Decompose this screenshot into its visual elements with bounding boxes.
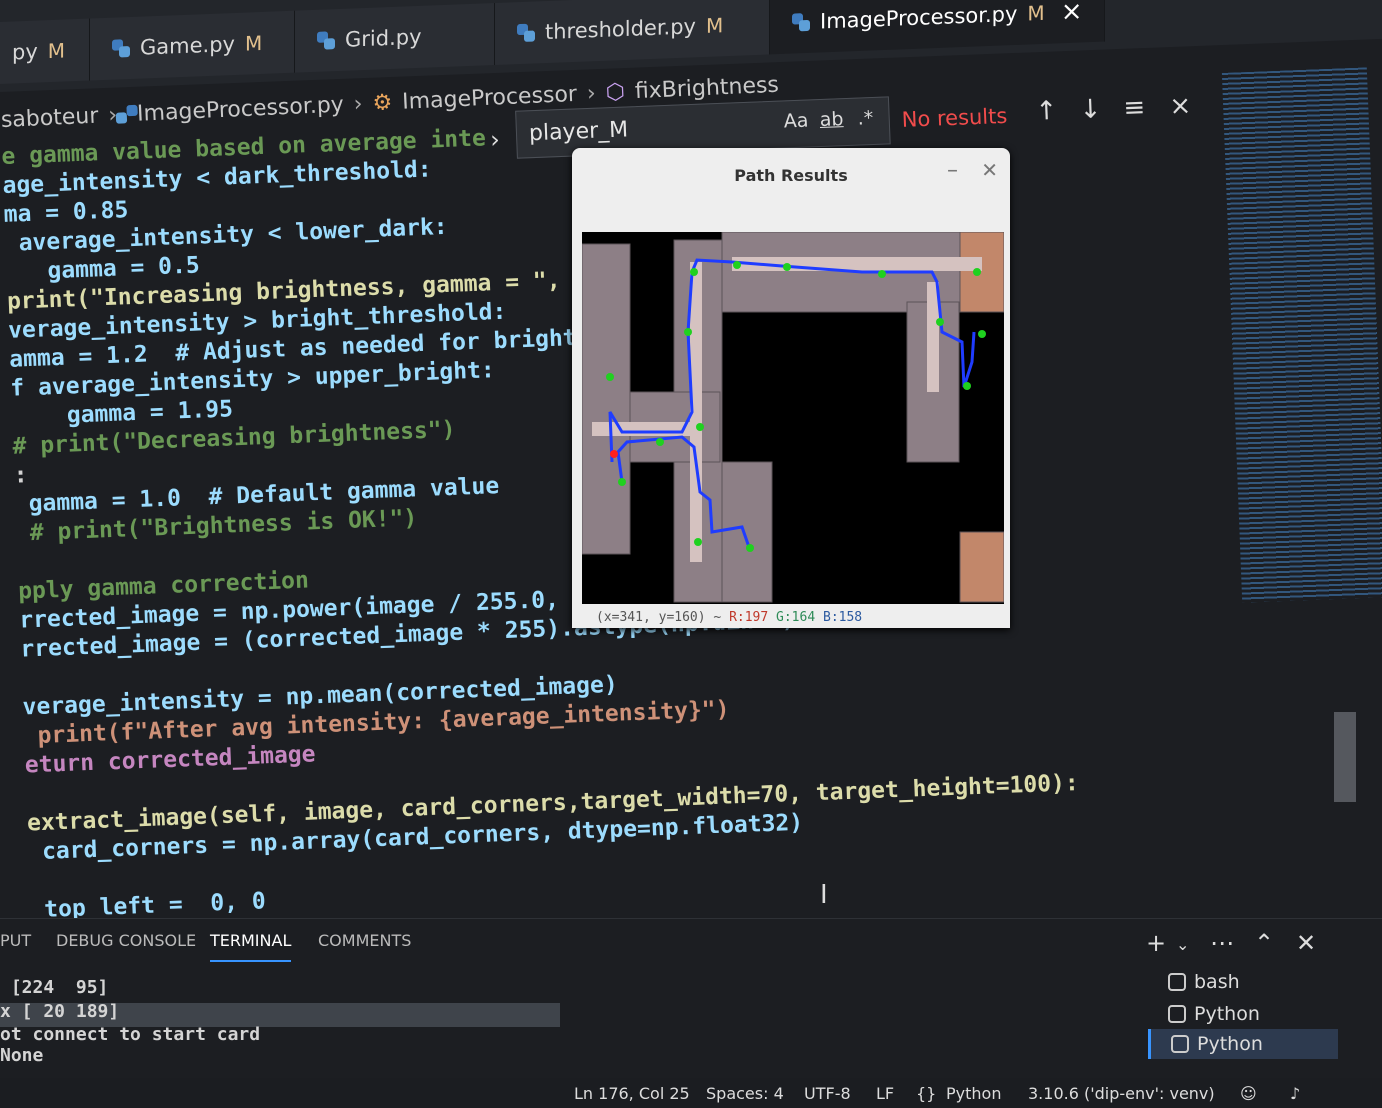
path-node: [684, 328, 692, 336]
python-file-icon: [112, 39, 130, 58]
find-in-selection-icon[interactable]: ≡: [1123, 93, 1146, 124]
path-node: [696, 423, 704, 431]
path-node: [694, 538, 702, 546]
card-tile: [582, 243, 631, 555]
notifications-icon[interactable]: ♪: [1290, 1084, 1300, 1103]
feedback-icon[interactable]: ☺: [1240, 1084, 1257, 1103]
tab-debug-console[interactable]: DEBUG CONSOLE: [56, 931, 196, 950]
bottom-panel: PUT DEBUG CONSOLE TERMINAL COMMENTS + ⌄ …: [0, 918, 1382, 1079]
tab-imageprocessor-py[interactable]: ImageProcessor.py M ×: [770, 0, 1105, 55]
terminal-icon: [1168, 1005, 1186, 1023]
terminal-instance-python-active[interactable]: Python: [1148, 1029, 1338, 1059]
terminal-line: [224 95]: [0, 977, 109, 998]
tab-grid-py[interactable]: Grid.py: [295, 2, 495, 73]
cursor-position[interactable]: Ln 176, Col 25: [574, 1084, 690, 1103]
path-node: [618, 478, 626, 486]
braces-icon: {}: [916, 1084, 937, 1103]
path-node: [978, 330, 986, 338]
start-node: [610, 450, 618, 458]
python-interpreter[interactable]: 3.10.6 ('dip-env': venv): [1028, 1084, 1215, 1103]
terminal-icon: [1168, 973, 1186, 991]
path-node: [973, 268, 981, 276]
card-tile: [721, 461, 773, 603]
python-file-icon: [517, 23, 535, 42]
tab-py[interactable]: py M: [0, 18, 90, 85]
terminal-name: bash: [1194, 971, 1240, 993]
terminal-icon: [1171, 1035, 1189, 1053]
path-node: [878, 270, 886, 278]
chevron-down-icon[interactable]: ⌄: [1176, 935, 1189, 954]
more-actions-icon[interactable]: ⋯: [1210, 929, 1234, 957]
window-title: Path Results: [734, 166, 848, 185]
text-cursor-icon: I: [820, 880, 828, 910]
minimize-icon[interactable]: –: [947, 158, 958, 183]
goal-card: [959, 232, 1004, 313]
python-file-icon: [792, 13, 810, 32]
path-node: [656, 438, 664, 446]
language-mode[interactable]: Python: [946, 1084, 1001, 1103]
encoding[interactable]: UTF-8: [804, 1084, 851, 1103]
terminal-name: Python: [1194, 1003, 1260, 1025]
close-find-icon[interactable]: ×: [1169, 91, 1192, 122]
path-node: [783, 263, 791, 271]
python-file-icon: [317, 31, 335, 50]
pixel-blue: B:158: [823, 610, 863, 625]
pixel-coordinates: (x=341, y=160) ~: [596, 610, 722, 625]
goal-card: [959, 531, 1004, 603]
tab-label: py: [12, 39, 38, 65]
tab-terminal[interactable]: TERMINAL: [210, 931, 292, 962]
code-line: :: [13, 462, 29, 489]
pixel-red: R:197: [729, 610, 769, 625]
toggle-replace-icon[interactable]: ›: [490, 125, 501, 153]
terminal-instance-python[interactable]: Python: [1148, 999, 1338, 1029]
close-panel-icon[interactable]: ✕: [1296, 929, 1316, 957]
line-endings[interactable]: LF: [876, 1084, 894, 1103]
modified-badge: M: [244, 30, 263, 56]
modified-badge: M: [47, 38, 66, 64]
path-node: [936, 318, 944, 326]
path-node: [733, 261, 741, 269]
editor-scrollbar[interactable]: [1334, 712, 1356, 802]
status-bar: Ln 176, Col 25 Spaces: 4 UTF-8 LF {} Pyt…: [0, 1078, 1382, 1108]
path-node: [746, 544, 754, 552]
terminal-name: Python: [1197, 1033, 1263, 1055]
terminal-instance-bash[interactable]: bash: [1148, 967, 1338, 997]
tab-output[interactable]: PUT: [0, 931, 31, 950]
tab-game-py[interactable]: Game.py M: [90, 10, 295, 81]
terminal-line: x [ 20 189]: [0, 1001, 120, 1022]
match-case-toggle[interactable]: Aa: [783, 110, 808, 133]
tab-label: ImageProcessor.py: [820, 1, 1018, 34]
path-node: [963, 382, 971, 390]
pixel-info-bar: (x=341, y=160) ~ R:197 G:164 B:158: [596, 610, 1010, 625]
tab-comments[interactable]: COMMENTS: [318, 931, 411, 950]
close-icon[interactable]: ✕: [981, 158, 998, 182]
modified-badge: M: [1027, 0, 1045, 26]
tab-thresholder-py[interactable]: thresholder.py M: [495, 0, 770, 65]
path-node: [690, 268, 698, 276]
tab-label: Grid.py: [345, 24, 422, 52]
terminal-line: ot connect to start card: [0, 1024, 261, 1045]
previous-match-icon[interactable]: ↑: [1035, 96, 1058, 127]
modified-badge: M: [705, 13, 724, 38]
whole-word-toggle[interactable]: ab: [819, 108, 844, 131]
tab-label: thresholder.py: [545, 14, 696, 45]
next-match-icon[interactable]: ↓: [1079, 94, 1102, 125]
terminal-line: None: [0, 1045, 44, 1066]
minimap[interactable]: [1221, 67, 1382, 603]
path-results-window: Path Results – ✕ (x=341, y=160) ~ R:197 …: [572, 148, 1010, 628]
find-result-status: No results: [901, 103, 1008, 132]
path-node: [606, 373, 614, 381]
new-terminal-icon[interactable]: +: [1146, 929, 1166, 957]
pixel-green: G:164: [776, 610, 816, 625]
tab-label: Game.py: [140, 31, 235, 60]
regex-toggle[interactable]: .*: [857, 107, 873, 130]
indentation[interactable]: Spaces: 4: [706, 1084, 784, 1103]
maximize-panel-icon[interactable]: ⌃: [1254, 929, 1274, 957]
close-tab-icon[interactable]: ×: [1061, 0, 1083, 27]
path-result-image: [582, 232, 1004, 604]
